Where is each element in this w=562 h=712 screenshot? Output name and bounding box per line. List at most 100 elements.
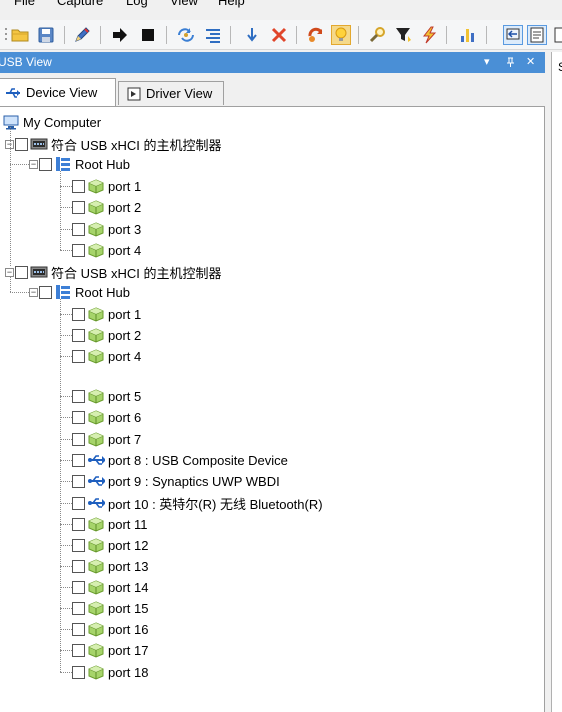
tree-item-checkbox[interactable] bbox=[72, 517, 85, 531]
tree-collapse-toggle[interactable]: − bbox=[5, 267, 14, 277]
menu-help[interactable]: Help bbox=[218, 0, 245, 8]
panel-dropdown-icon[interactable]: ▾ bbox=[484, 52, 490, 73]
tree-item-checkbox[interactable] bbox=[72, 307, 85, 321]
clear-x-icon[interactable] bbox=[269, 25, 289, 45]
empty-port-icon bbox=[87, 221, 105, 237]
tree-item-checkbox[interactable] bbox=[72, 179, 85, 193]
funnel-filter-icon[interactable] bbox=[394, 25, 414, 45]
tree-item-checkbox[interactable] bbox=[72, 559, 85, 573]
empty-port-icon bbox=[87, 409, 105, 425]
tree-item-checkbox[interactable] bbox=[72, 349, 85, 363]
tree-item-checkbox[interactable] bbox=[72, 222, 85, 236]
tree-connector-line bbox=[60, 587, 72, 588]
tree-item-checkbox[interactable] bbox=[72, 389, 85, 403]
tree-item-checkbox[interactable] bbox=[72, 622, 85, 636]
tree-item-checkbox[interactable] bbox=[72, 328, 85, 342]
tree-item-checkbox[interactable] bbox=[39, 157, 52, 171]
open-folder-icon[interactable] bbox=[10, 25, 30, 45]
tree-item[interactable]: port 13 bbox=[72, 556, 148, 576]
tree-item-checkbox[interactable] bbox=[72, 601, 85, 615]
tree-item[interactable]: My Computer bbox=[0, 112, 101, 132]
tree-item[interactable]: − 符合 USB xHCI 的主机控制器 bbox=[5, 134, 221, 154]
tree-item-checkbox[interactable] bbox=[72, 453, 85, 467]
tree-item[interactable]: port 18 bbox=[72, 662, 148, 682]
tree-item[interactable]: port 17 bbox=[72, 640, 148, 660]
tree-item-checkbox[interactable] bbox=[15, 265, 28, 279]
tree-item[interactable]: port 16 bbox=[72, 619, 148, 639]
tree-item[interactable]: port 1 bbox=[72, 176, 141, 196]
view-panel-icon[interactable] bbox=[551, 25, 562, 45]
menu-view[interactable]: View bbox=[170, 0, 198, 8]
tree-item[interactable]: port 15 bbox=[72, 598, 148, 618]
tree-item-checkbox[interactable] bbox=[15, 137, 28, 151]
tree-item-checkbox[interactable] bbox=[39, 285, 52, 299]
empty-port-icon bbox=[87, 621, 105, 637]
tab-device-view[interactable]: Device View bbox=[0, 78, 116, 106]
tree-item[interactable]: port 2 bbox=[72, 325, 141, 345]
panel-close-icon[interactable]: ✕ bbox=[526, 52, 535, 73]
tree-connector-line bbox=[60, 545, 72, 546]
usb-device-icon bbox=[87, 495, 105, 511]
tree-item-checkbox[interactable] bbox=[72, 538, 85, 552]
root-hub-icon bbox=[54, 284, 72, 300]
usb-view-toggle-icon[interactable] bbox=[503, 25, 523, 45]
tree-item[interactable]: port 11 bbox=[72, 514, 148, 534]
usb-view-panel-header: USB View ▾ ✕ bbox=[0, 52, 545, 73]
tree-item[interactable]: port 6 bbox=[72, 407, 141, 427]
tab-driver-view-label: Driver View bbox=[146, 86, 213, 101]
menu-log[interactable]: Log bbox=[126, 0, 148, 8]
tab-driver-view[interactable]: Driver View bbox=[118, 81, 224, 105]
device-tree[interactable]: My Computer − 符合 USB xHCI 的主机控制器 − Root Hub p… bbox=[0, 106, 545, 712]
tree-connector-line bbox=[60, 629, 72, 630]
tree-item[interactable]: port 14 bbox=[72, 577, 148, 597]
tree-item-checkbox[interactable] bbox=[72, 665, 85, 679]
filter-refresh-icon[interactable] bbox=[176, 25, 196, 45]
tree-item[interactable]: port 9 : Synaptics UWP WBDI bbox=[72, 471, 280, 491]
empty-port-icon bbox=[87, 199, 105, 215]
start-capture-icon[interactable] bbox=[110, 25, 130, 45]
tree-item-checkbox[interactable] bbox=[72, 410, 85, 424]
tree-connector-line bbox=[60, 481, 72, 482]
edit-pen-icon[interactable] bbox=[72, 25, 92, 45]
tree-item[interactable]: port 4 bbox=[72, 346, 141, 366]
tree-item[interactable]: port 12 bbox=[72, 535, 148, 555]
tree-item-checkbox[interactable] bbox=[72, 643, 85, 657]
tree-item[interactable]: port 7 bbox=[72, 429, 141, 449]
log-view-toggle-icon[interactable] bbox=[527, 25, 547, 45]
tree-item[interactable]: port 8 : USB Composite Device bbox=[72, 450, 288, 470]
tree-connector-line bbox=[60, 417, 72, 418]
scroll-down-arrow-icon[interactable] bbox=[242, 25, 262, 45]
tree-collapse-toggle[interactable]: − bbox=[29, 159, 38, 169]
tree-item-checkbox[interactable] bbox=[72, 496, 85, 510]
menu-file[interactable]: File bbox=[14, 0, 35, 8]
tree-connector-line bbox=[60, 207, 72, 208]
usb-device-icon bbox=[87, 473, 105, 489]
tree-item[interactable]: − Root Hub bbox=[29, 154, 130, 174]
tree-item-checkbox[interactable] bbox=[72, 432, 85, 446]
list-lines-icon[interactable] bbox=[203, 25, 223, 45]
tree-item[interactable]: − 符合 USB xHCI 的主机控制器 bbox=[5, 262, 221, 282]
tree-item[interactable]: − Root Hub bbox=[29, 282, 130, 302]
bulb-toggle-icon[interactable] bbox=[331, 25, 351, 45]
lightning-trigger-icon[interactable] bbox=[419, 25, 439, 45]
stop-capture-icon[interactable] bbox=[138, 25, 158, 45]
tree-item-checkbox[interactable] bbox=[72, 243, 85, 257]
tree-item[interactable]: port 5 bbox=[72, 386, 141, 406]
find-magnifier-icon[interactable] bbox=[368, 25, 388, 45]
reset-devices-icon[interactable] bbox=[306, 25, 326, 45]
tree-collapse-toggle[interactable]: − bbox=[29, 287, 38, 297]
toolbar bbox=[0, 20, 562, 50]
menu-capture[interactable]: Capture bbox=[57, 0, 103, 8]
statistics-bar-chart-icon[interactable] bbox=[458, 25, 478, 45]
tree-item-checkbox[interactable] bbox=[72, 200, 85, 214]
tree-item[interactable]: port 10 : 英特尔(R) 无线 Bluetooth(R) bbox=[72, 493, 323, 513]
tree-item[interactable]: port 2 bbox=[72, 197, 141, 217]
tree-item[interactable]: port 1 bbox=[72, 304, 141, 324]
tree-item[interactable]: port 4 bbox=[72, 240, 141, 260]
empty-port-icon bbox=[87, 178, 105, 194]
port-label: port 2 bbox=[108, 327, 142, 343]
save-icon[interactable] bbox=[36, 25, 56, 45]
tree-item-checkbox[interactable] bbox=[72, 474, 85, 488]
tree-item[interactable]: port 3 bbox=[72, 219, 141, 239]
tree-item-checkbox[interactable] bbox=[72, 580, 85, 594]
